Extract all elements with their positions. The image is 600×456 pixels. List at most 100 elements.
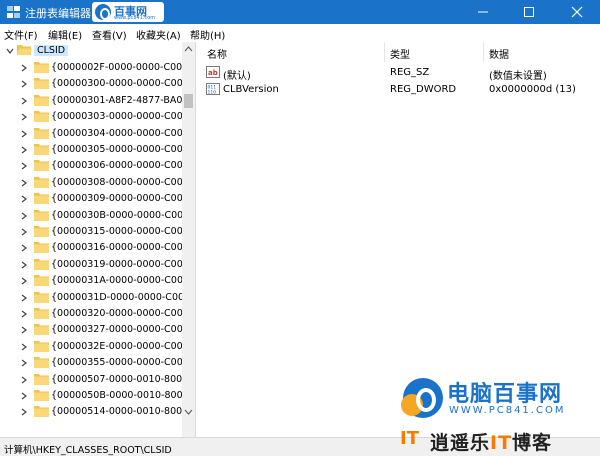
svg-text:ab: ab (208, 69, 218, 77)
chevron-right-icon[interactable] (20, 146, 28, 154)
chevron-right-icon[interactable] (20, 376, 28, 384)
tree-item-label: {00000507-0000-0010-8000 (51, 373, 182, 385)
chevron-right-icon[interactable] (20, 294, 28, 302)
folder-icon (34, 78, 49, 90)
column-header-data[interactable]: 数据 (489, 42, 509, 62)
tree-item-label: {00000316-0000-0000-C000 (51, 242, 182, 254)
column-header-type[interactable]: 类型 (390, 42, 410, 62)
value-name: (默认) (223, 71, 251, 82)
status-path: 计算机\HKEY_CLASSES_ROOT\CLSID (4, 445, 172, 456)
tree-item-label: {0000002F-0000-0000-C000 (51, 62, 182, 73)
folder-icon (34, 390, 49, 401)
minimize-button[interactable] (460, 0, 506, 24)
tree-item-label: {00000315-0000-0000-C000 (51, 226, 182, 237)
folder-icon (34, 144, 49, 155)
chevron-right-icon[interactable] (20, 80, 28, 88)
tree-item[interactable]: {00000355-0000-0000-C000 (0, 355, 182, 371)
close-icon (571, 6, 583, 18)
folder-icon (34, 242, 49, 254)
chevron-down-icon[interactable] (6, 47, 14, 55)
tree-item-label: {00000305-0000-0000-C000 (51, 144, 182, 155)
column-header-name[interactable]: 名称 (207, 42, 227, 62)
tree-item[interactable]: {0000030B-0000-0000-C000 (0, 208, 182, 224)
menu-file[interactable]: 文件(F) (4, 27, 38, 42)
tree-item[interactable]: {00000303-0000-0000-C000 (0, 109, 182, 125)
value-name: CLBVersion (223, 84, 279, 95)
chevron-right-icon[interactable] (20, 310, 28, 318)
tree-item[interactable]: {00000304-0000-0000-C000 (0, 126, 182, 142)
registry-tree-pane[interactable]: CLSID {0000002F-0000-0000-C000 {00000300-… (0, 42, 196, 437)
tree-item-label: {00000300-0000-0000-C000 (51, 78, 182, 90)
tree-item[interactable]: {00000300-0000-0000-C000 (0, 76, 182, 92)
chevron-right-icon[interactable] (20, 326, 28, 334)
tree-item[interactable]: {0000050B-0000-0010-8000 (0, 388, 182, 404)
value-row[interactable]: 011 110 CLBVersion REG_DWORD 0x0000000d … (199, 81, 600, 98)
maximize-button[interactable] (506, 0, 552, 24)
chevron-right-icon[interactable] (20, 392, 28, 400)
scroll-thumb[interactable] (184, 94, 193, 108)
chevron-right-icon[interactable] (20, 261, 28, 269)
tree-item[interactable]: {0000031A-0000-0000-C000 (0, 273, 182, 289)
tree-item[interactable]: {00000327-0000-0000-C000 (0, 322, 182, 338)
chevron-right-icon[interactable] (20, 64, 28, 72)
folder-icon (34, 406, 49, 418)
chevron-right-icon[interactable] (20, 162, 28, 170)
chevron-right-icon[interactable] (20, 179, 28, 187)
tree-item[interactable]: {00000319-0000-0000-C000 (0, 257, 182, 273)
folder-icon (34, 62, 49, 73)
chevron-right-icon[interactable] (20, 97, 28, 105)
chevron-right-icon[interactable] (20, 228, 28, 236)
tree-item[interactable]: {0000032E-0000-0000-C000 (0, 339, 182, 355)
tree-item-label: {00000327-0000-0000-C000 (51, 324, 182, 336)
binary-value-icon: 011 110 (206, 83, 220, 95)
folder-icon (34, 127, 49, 139)
tree-item[interactable]: {00000309-0000-0000-C000 (0, 191, 182, 207)
chevron-right-icon[interactable] (20, 130, 28, 138)
tree-item[interactable]: {00000514-0000-0010-8000 (0, 404, 182, 420)
tree-item-label: {0000031D-0000-0000-C000 (51, 291, 182, 303)
tree-item[interactable]: {00000320-0000-0000-C000 (0, 306, 182, 322)
menu-edit[interactable]: 编辑(E) (48, 27, 82, 42)
menu-bar: 文件(F) 编辑(E) 查看(V) 收藏夹(A) 帮助(H) (0, 24, 600, 42)
chevron-right-icon[interactable] (20, 359, 28, 367)
folder-icon (34, 193, 49, 205)
chevron-right-icon[interactable] (20, 244, 28, 252)
tree-item-label: {00000304-0000-0000-C000 (51, 127, 182, 139)
tree-item[interactable]: {00000316-0000-0000-C000 (0, 240, 182, 256)
chevron-right-icon[interactable] (20, 195, 28, 203)
tree-item[interactable]: {00000305-0000-0000-C000 (0, 142, 182, 158)
tree-item[interactable]: {00000301-A8F2-4877-BA0A (0, 93, 182, 109)
scroll-up-icon[interactable] (182, 42, 195, 56)
tree-item-clsid[interactable]: CLSID (0, 43, 182, 59)
tree-scrollbar[interactable] (182, 42, 195, 437)
value-row[interactable]: ab (默认) REG_SZ (数值未设置) (199, 64, 600, 82)
folder-icon (34, 291, 49, 303)
chevron-right-icon[interactable] (20, 212, 28, 220)
menu-help[interactable]: 帮助(H) (190, 27, 225, 42)
tree-item-label: {0000050B-0000-0010-8000 (51, 390, 182, 401)
tree-item[interactable]: {0000031D-0000-0000-C000 (0, 290, 182, 306)
tree-item[interactable]: {00000507-0000-0010-8000 (0, 372, 182, 388)
registry-values-pane[interactable]: 名称 类型 数据 ab (默认) REG_SZ (数值未设置) 011 110 … (199, 42, 600, 437)
column-separator[interactable] (483, 42, 484, 62)
chevron-right-icon[interactable] (20, 408, 28, 416)
regedit-app-icon (7, 6, 20, 18)
chevron-right-icon[interactable] (20, 343, 28, 351)
menu-view[interactable]: 查看(V) (92, 27, 127, 42)
chevron-right-icon[interactable] (20, 113, 28, 121)
chevron-right-icon[interactable] (20, 277, 28, 285)
tree-item-label: {00000309-0000-0000-C000 (51, 193, 182, 205)
close-button[interactable] (554, 0, 600, 24)
menu-favorites[interactable]: 收藏夹(A) (136, 27, 181, 42)
tree-item[interactable]: {00000306-0000-0000-C000 (0, 158, 182, 174)
folder-icon (34, 357, 49, 369)
watermark-it-name-highlight: IT (490, 432, 513, 454)
tree-item[interactable]: {00000308-0000-0000-C000 (0, 175, 182, 191)
tree-item[interactable]: {0000002F-0000-0000-C000 (0, 60, 182, 76)
tree-item[interactable]: {00000315-0000-0000-C000 (0, 224, 182, 240)
folder-open-icon (17, 45, 32, 55)
column-separator[interactable] (384, 42, 385, 62)
tree-item-label: {0000031A-0000-0000-C000 (51, 275, 182, 287)
scroll-down-icon[interactable] (182, 405, 195, 419)
value-data: (数值未设置) (489, 71, 547, 82)
